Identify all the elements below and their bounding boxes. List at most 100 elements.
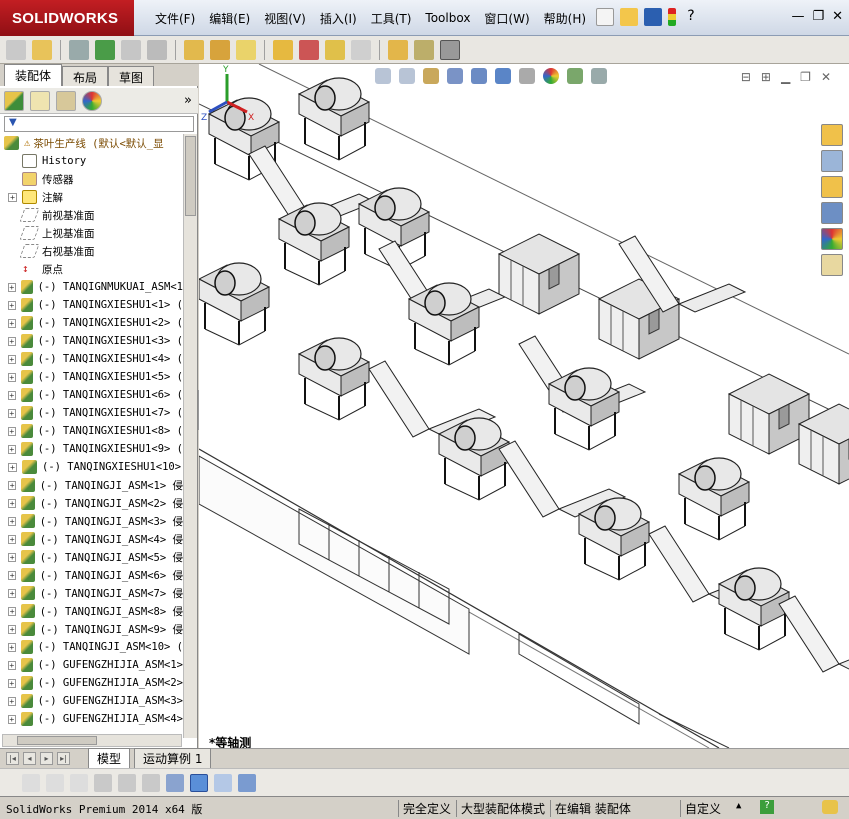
mates-icon[interactable] xyxy=(70,773,88,792)
tree-item[interactable]: + (-) TANQINGJI_ASM<7> 侵 xyxy=(0,584,183,602)
clearance-verification-icon[interactable] xyxy=(414,39,434,60)
tree-item[interactable]: + (-) TANQINGJI_ASM<2> 侵 xyxy=(0,494,183,512)
tree-item[interactable]: + (-) TANQINGXIESHU1<1> ( xyxy=(0,296,183,314)
dimension-icon[interactable] xyxy=(142,773,160,792)
expand-icon[interactable]: + xyxy=(8,606,17,616)
expand-icon[interactable]: + xyxy=(8,660,16,670)
tree-root[interactable]: ⚠ 茶叶生产线 (默认<默认_显 xyxy=(0,134,183,152)
expand-icon[interactable]: + xyxy=(8,444,16,454)
appearances-scenes-icon[interactable] xyxy=(821,228,843,250)
minimize-icon[interactable]: ▁ xyxy=(781,70,790,84)
file-explorer-icon[interactable] xyxy=(821,176,843,198)
expand-icon[interactable]: + xyxy=(8,300,16,310)
expand-icon[interactable]: + xyxy=(8,192,17,202)
expand-icon[interactable]: + xyxy=(8,372,16,382)
hide-show-items-icon[interactable] xyxy=(519,68,535,84)
tree-item[interactable]: + (-) TANQINGJI_ASM<9> 侵 xyxy=(0,620,183,638)
section-view-icon[interactable] xyxy=(447,68,463,84)
expand-icon[interactable]: + xyxy=(8,318,16,328)
view-orientation-icon[interactable] xyxy=(471,68,487,84)
chevron-right-icon[interactable]: » xyxy=(184,93,192,108)
tree-item[interactable]: + (-) TANQINGXIESHU1<3> ( xyxy=(0,332,183,350)
chart-icon[interactable] xyxy=(166,773,184,792)
menu-file[interactable]: 文件(F) xyxy=(148,10,202,27)
split-vertical-icon[interactable]: ⊞ xyxy=(761,70,771,84)
list-icon[interactable] xyxy=(94,773,112,792)
linear-pattern-icon[interactable] xyxy=(95,39,115,60)
expand-icon[interactable]: + xyxy=(8,282,16,292)
expand-icon[interactable]: + xyxy=(8,696,16,706)
expand-icon[interactable]: + xyxy=(8,462,17,472)
tree-filter[interactable]: ▼ xyxy=(4,116,194,132)
scroll-thumb[interactable] xyxy=(185,136,196,216)
rebuild-traffic-light-icon[interactable] xyxy=(668,8,676,26)
tab-motion-study[interactable]: 运动算例 1 xyxy=(134,748,212,769)
restore-icon[interactable]: ❐ xyxy=(812,9,824,24)
expand-icon[interactable]: + xyxy=(8,390,16,400)
tree-item[interactable]: + (-) GUFENGZHIJIA_ASM<2> xyxy=(0,674,183,692)
expand-icon[interactable]: + xyxy=(8,570,17,580)
tree-item[interactable]: + (-) TANQINGJI_ASM<4> 侵 xyxy=(0,530,183,548)
table-icon[interactable] xyxy=(118,773,136,792)
minimize-icon[interactable]: — xyxy=(791,9,804,24)
explode-line-sketch-icon[interactable] xyxy=(351,39,371,60)
expand-icon[interactable]: + xyxy=(8,336,16,346)
mate-icon[interactable] xyxy=(69,39,89,60)
part-icon[interactable] xyxy=(46,773,64,792)
tab-model[interactable]: 模型 xyxy=(88,748,131,769)
display-manager-tab-icon[interactable] xyxy=(82,90,102,111)
expand-icon[interactable]: + xyxy=(8,516,17,526)
menu-tools[interactable]: 工具(T) xyxy=(364,10,419,27)
restore-icon[interactable]: ❐ xyxy=(800,70,811,84)
smart-fasteners-icon[interactable] xyxy=(121,39,141,60)
tree-item[interactable]: + (-) TANQINGXIESHU1<9> ( xyxy=(0,440,183,458)
tab-layout[interactable]: 布局 xyxy=(62,66,109,86)
tree-item[interactable]: + (-) TANQINGJI_ASM<8> 侵 xyxy=(0,602,183,620)
menu-window[interactable]: 窗口(W) xyxy=(477,10,536,27)
tree-item[interactable]: + (-) GUFENGZHIJIA_ASM<3> xyxy=(0,692,183,710)
tree-vertical-scrollbar[interactable] xyxy=(183,134,197,738)
tree-item[interactable]: + (-) TANQINGXIESHU1<10> xyxy=(0,458,183,476)
solidworks-logo[interactable]: SOLIDWORKS xyxy=(0,0,134,36)
expand-icon[interactable]: + xyxy=(8,552,17,562)
expand-icon[interactable]: + xyxy=(8,714,16,724)
expand-icon[interactable]: + xyxy=(8,534,17,544)
scroll-thumb[interactable] xyxy=(17,736,97,745)
tree-item[interactable]: + (-) TANQINGJI_ASM<1> 侵 xyxy=(0,476,183,494)
tree-horizontal-scrollbar[interactable] xyxy=(2,734,182,747)
prev-tab-icon[interactable]: ◂ xyxy=(23,752,36,765)
display-style-icon[interactable] xyxy=(495,68,511,84)
grid-icon[interactable] xyxy=(214,773,232,792)
show-hidden-icon[interactable] xyxy=(184,39,204,60)
configuration-manager-tab-icon[interactable] xyxy=(56,90,76,111)
tree-item[interactable]: + (-) GUFENGZHIJIA_ASM<4> xyxy=(0,710,183,728)
tree-item[interactable]: ↕ 原点 xyxy=(0,260,183,278)
graphics-area[interactable]: ⊟ ⊞ ▁ ❐ ✕ Y X Z *等轴测 xyxy=(199,64,849,748)
custom-properties-icon[interactable] xyxy=(821,254,843,276)
status-large-assembly-mode[interactable]: 大型装配体模式 xyxy=(456,800,549,817)
design-library-icon[interactable] xyxy=(821,150,843,172)
tree-item[interactable]: + (-) TANQINGXIESHU1<5> ( xyxy=(0,368,183,386)
assembly-features-icon[interactable] xyxy=(210,39,230,60)
tree-item[interactable]: + (-) TANQINGXIESHU1<8> ( xyxy=(0,422,183,440)
tab-assembly[interactable]: 装配体 xyxy=(4,64,63,86)
tree-item[interactable]: + (-) TANQINGJI_ASM<10> ( xyxy=(0,638,183,656)
help-icon[interactable]: ? xyxy=(682,8,700,26)
solidworks-resources-icon[interactable] xyxy=(821,124,843,146)
tree-item[interactable]: History xyxy=(0,152,183,170)
tree-item[interactable]: + 注解 xyxy=(0,188,183,206)
new-motion-study-icon[interactable] xyxy=(273,39,293,60)
expand-icon[interactable]: + xyxy=(8,642,16,652)
close-icon[interactable]: ✕ xyxy=(821,70,831,84)
new-document-icon[interactable] xyxy=(596,8,614,26)
zoom-to-area-icon[interactable] xyxy=(399,68,415,84)
component-icon[interactable] xyxy=(22,773,40,792)
expand-icon[interactable]: + xyxy=(8,426,16,436)
move-component-icon[interactable] xyxy=(147,39,167,60)
tree-item[interactable]: + (-) TANQIGNMUKUAI_ASM<1 xyxy=(0,278,183,296)
split-horizontal-icon[interactable]: ⊟ xyxy=(741,70,751,84)
tree-item[interactable]: + (-) TANQINGJI_ASM<5> 侵 xyxy=(0,548,183,566)
instant3d-icon[interactable] xyxy=(440,39,460,60)
reference-geometry-icon[interactable] xyxy=(236,39,256,60)
bill-of-materials-icon[interactable] xyxy=(299,39,319,60)
